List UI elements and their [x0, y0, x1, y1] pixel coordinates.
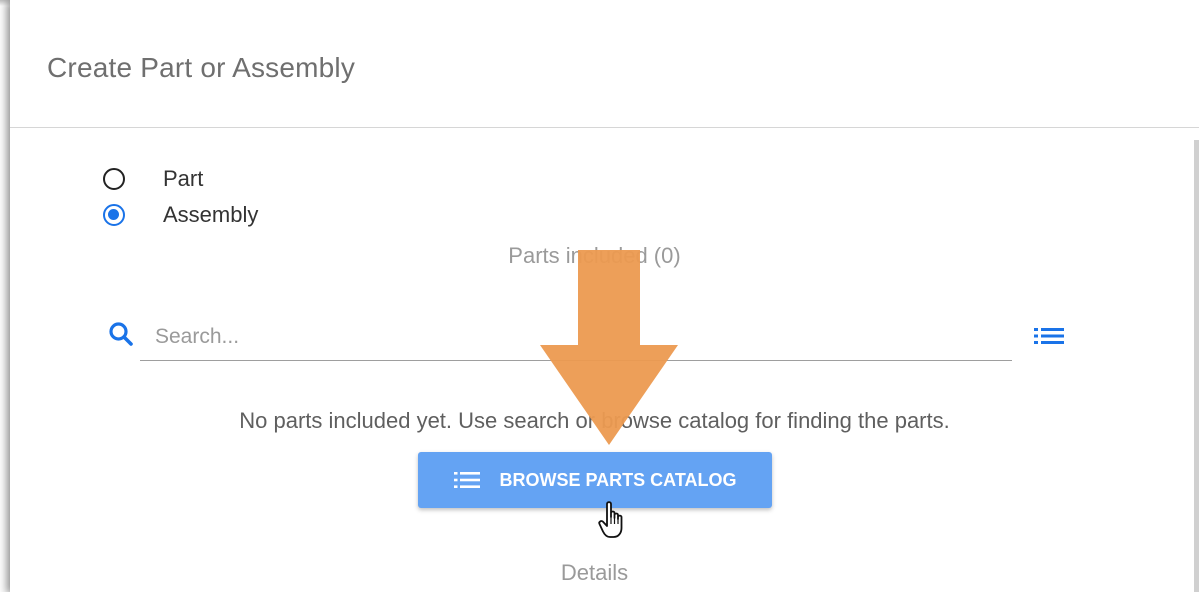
radio-assembly-option[interactable]: Assembly: [103, 202, 258, 228]
details-label: Details: [560, 560, 629, 585]
search-icon: [109, 322, 133, 346]
browse-button-label: BROWSE PARTS CATALOG: [499, 469, 737, 490]
scrollbar[interactable]: [1194, 140, 1199, 592]
dialog-title: Create Part or Assembly: [47, 52, 356, 83]
radio-assembly[interactable]: [103, 204, 125, 226]
list-icon: [453, 472, 480, 488]
list-icon[interactable]: [1034, 326, 1064, 346]
radio-assembly-label: Assembly: [163, 202, 259, 227]
browse-parts-catalog-button[interactable]: BROWSE PARTS CATALOG: [418, 452, 772, 508]
radio-part[interactable]: [103, 168, 125, 190]
dialog-header: Create Part or Assembly: [10, 0, 1199, 128]
radio-part-option[interactable]: Part: [103, 166, 203, 192]
create-part-dialog: Create Part or Assembly Part Assembly Pa…: [10, 0, 1199, 592]
parts-included-label: Parts included (0): [508, 243, 681, 268]
empty-parts-message: No parts included yet. Use search or bro…: [239, 408, 950, 433]
search-input[interactable]: [140, 318, 1027, 356]
radio-part-label: Part: [163, 166, 204, 191]
search-field: [140, 318, 1027, 361]
